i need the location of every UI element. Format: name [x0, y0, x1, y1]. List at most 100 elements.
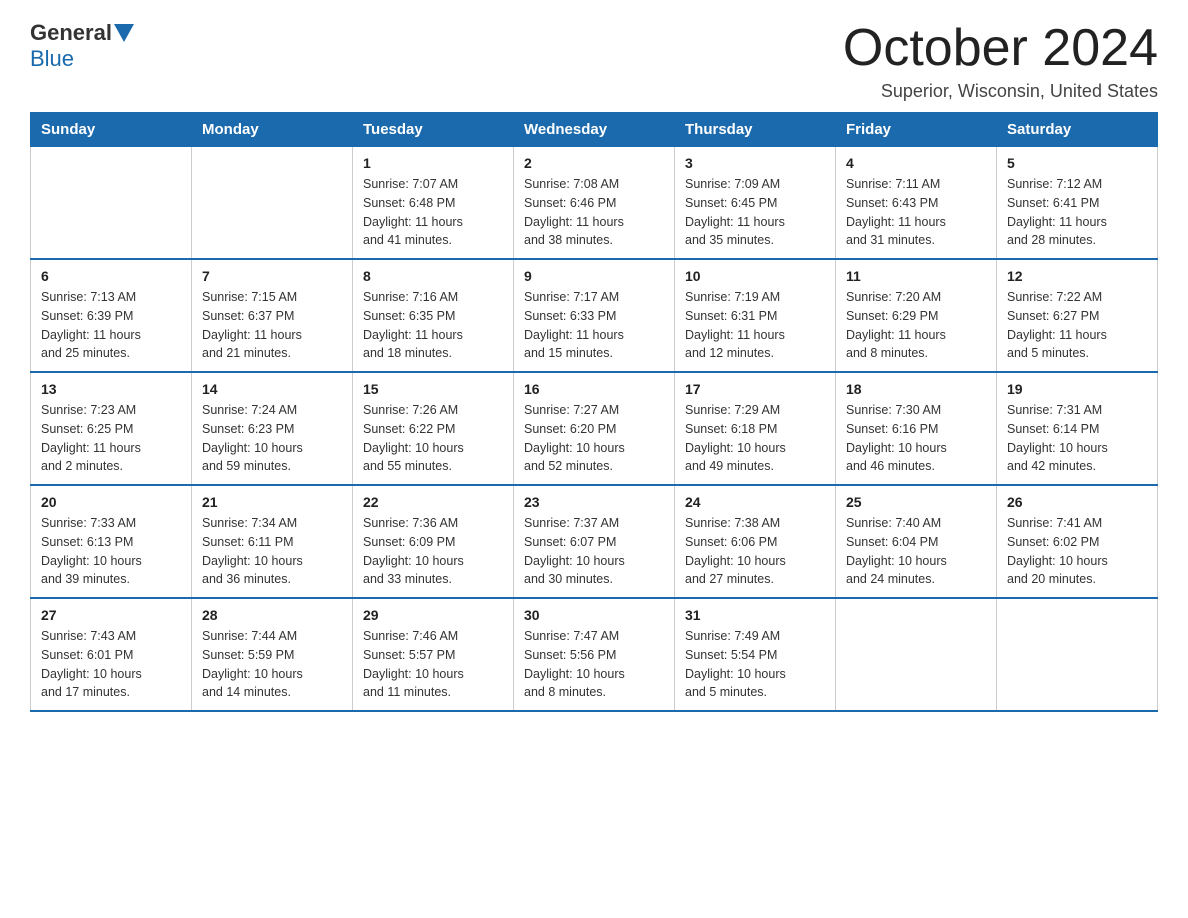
- day-header-monday: Monday: [192, 113, 353, 147]
- calendar-cell: 15 Sunrise: 7:26 AM Sunset: 6:22 PM Dayli…: [353, 372, 514, 485]
- day-info: Sunrise: 7:33 AM Sunset: 6:13 PM Dayligh…: [41, 514, 181, 589]
- day-number: 10: [685, 268, 825, 284]
- day-number: 14: [202, 381, 342, 397]
- day-number: 24: [685, 494, 825, 510]
- day-number: 4: [846, 155, 986, 171]
- calendar-cell: 11 Sunrise: 7:20 AM Sunset: 6:29 PM Dayli…: [836, 259, 997, 372]
- calendar-cell: 27 Sunrise: 7:43 AM Sunset: 6:01 PM Dayli…: [31, 598, 192, 711]
- calendar-cell: 28 Sunrise: 7:44 AM Sunset: 5:59 PM Dayli…: [192, 598, 353, 711]
- day-header-saturday: Saturday: [997, 113, 1158, 147]
- day-header-wednesday: Wednesday: [514, 113, 675, 147]
- calendar-cell: 3 Sunrise: 7:09 AM Sunset: 6:45 PM Daylig…: [675, 147, 836, 260]
- calendar-cell: 12 Sunrise: 7:22 AM Sunset: 6:27 PM Dayli…: [997, 259, 1158, 372]
- calendar-cell: 30 Sunrise: 7:47 AM Sunset: 5:56 PM Dayli…: [514, 598, 675, 711]
- day-number: 3: [685, 155, 825, 171]
- day-info: Sunrise: 7:31 AM Sunset: 6:14 PM Dayligh…: [1007, 401, 1147, 476]
- calendar-cell: 18Sunrise: 7:30 AM Sunset: 6:16 PM Dayli…: [836, 372, 997, 485]
- page-header: General Blue October 2024 Superior, Wisc…: [30, 20, 1158, 102]
- calendar-table: SundayMondayTuesdayWednesdayThursdayFrid…: [30, 112, 1158, 712]
- calendar-cell: 9Sunrise: 7:17 AM Sunset: 6:33 PM Daylig…: [514, 259, 675, 372]
- calendar-cell: 14 Sunrise: 7:24 AM Sunset: 6:23 PM Dayli…: [192, 372, 353, 485]
- day-info: Sunrise: 7:24 AM Sunset: 6:23 PM Dayligh…: [202, 401, 342, 476]
- day-number: 26: [1007, 494, 1147, 510]
- logo: General Blue: [30, 20, 136, 72]
- day-info: Sunrise: 7:26 AM Sunset: 6:22 PM Dayligh…: [363, 401, 503, 476]
- day-number: 9: [524, 268, 664, 284]
- day-number: 21: [202, 494, 342, 510]
- day-info: Sunrise: 7:34 AM Sunset: 6:11 PM Dayligh…: [202, 514, 342, 589]
- day-number: 1: [363, 155, 503, 171]
- day-number: 29: [363, 607, 503, 623]
- calendar-cell: [31, 147, 192, 260]
- day-info: Sunrise: 7:09 AM Sunset: 6:45 PM Dayligh…: [685, 175, 825, 250]
- day-info: Sunrise: 7:43 AM Sunset: 6:01 PM Dayligh…: [41, 627, 181, 702]
- calendar-cell: 19Sunrise: 7:31 AM Sunset: 6:14 PM Dayli…: [997, 372, 1158, 485]
- day-number: 17: [685, 381, 825, 397]
- day-info: Sunrise: 7:49 AM Sunset: 5:54 PM Dayligh…: [685, 627, 825, 702]
- calendar-cell: 8Sunrise: 7:16 AM Sunset: 6:35 PM Daylig…: [353, 259, 514, 372]
- day-number: 23: [524, 494, 664, 510]
- calendar-cell: 5 Sunrise: 7:12 AM Sunset: 6:41 PM Daylig…: [997, 147, 1158, 260]
- day-number: 31: [685, 607, 825, 623]
- day-info: Sunrise: 7:15 AM Sunset: 6:37 PM Dayligh…: [202, 288, 342, 363]
- calendar-cell: 7 Sunrise: 7:15 AM Sunset: 6:37 PM Daylig…: [192, 259, 353, 372]
- calendar-cell: 6Sunrise: 7:13 AM Sunset: 6:39 PM Daylig…: [31, 259, 192, 372]
- calendar-cell: 25Sunrise: 7:40 AM Sunset: 6:04 PM Dayli…: [836, 485, 997, 598]
- day-info: Sunrise: 7:37 AM Sunset: 6:07 PM Dayligh…: [524, 514, 664, 589]
- day-info: Sunrise: 7:38 AM Sunset: 6:06 PM Dayligh…: [685, 514, 825, 589]
- day-info: Sunrise: 7:19 AM Sunset: 6:31 PM Dayligh…: [685, 288, 825, 363]
- day-number: 8: [363, 268, 503, 284]
- day-info: Sunrise: 7:41 AM Sunset: 6:02 PM Dayligh…: [1007, 514, 1147, 589]
- day-info: Sunrise: 7:13 AM Sunset: 6:39 PM Dayligh…: [41, 288, 181, 363]
- page-subtitle: Superior, Wisconsin, United States: [843, 81, 1158, 102]
- calendar-header-row: SundayMondayTuesdayWednesdayThursdayFrid…: [31, 113, 1158, 147]
- calendar-cell: 17Sunrise: 7:29 AM Sunset: 6:18 PM Dayli…: [675, 372, 836, 485]
- calendar-week-row: 20 Sunrise: 7:33 AM Sunset: 6:13 PM Dayli…: [31, 485, 1158, 598]
- calendar-cell: 23 Sunrise: 7:37 AM Sunset: 6:07 PM Dayli…: [514, 485, 675, 598]
- calendar-cell: 1 Sunrise: 7:07 AM Sunset: 6:48 PM Daylig…: [353, 147, 514, 260]
- day-info: Sunrise: 7:23 AM Sunset: 6:25 PM Dayligh…: [41, 401, 181, 476]
- logo-general-text: General: [30, 20, 112, 46]
- title-block: October 2024 Superior, Wisconsin, United…: [843, 20, 1158, 102]
- day-number: 2: [524, 155, 664, 171]
- day-header-friday: Friday: [836, 113, 997, 147]
- day-number: 30: [524, 607, 664, 623]
- calendar-cell: [192, 147, 353, 260]
- day-number: 7: [202, 268, 342, 284]
- day-info: Sunrise: 7:20 AM Sunset: 6:29 PM Dayligh…: [846, 288, 986, 363]
- calendar-week-row: 27 Sunrise: 7:43 AM Sunset: 6:01 PM Dayli…: [31, 598, 1158, 711]
- day-header-tuesday: Tuesday: [353, 113, 514, 147]
- day-number: 18: [846, 381, 986, 397]
- calendar-cell: 26 Sunrise: 7:41 AM Sunset: 6:02 PM Dayli…: [997, 485, 1158, 598]
- day-info: Sunrise: 7:07 AM Sunset: 6:48 PM Dayligh…: [363, 175, 503, 250]
- day-number: 5: [1007, 155, 1147, 171]
- calendar-cell: 22Sunrise: 7:36 AM Sunset: 6:09 PM Dayli…: [353, 485, 514, 598]
- day-number: 11: [846, 268, 986, 284]
- day-info: Sunrise: 7:08 AM Sunset: 6:46 PM Dayligh…: [524, 175, 664, 250]
- day-info: Sunrise: 7:22 AM Sunset: 6:27 PM Dayligh…: [1007, 288, 1147, 363]
- day-number: 16: [524, 381, 664, 397]
- calendar-cell: 2 Sunrise: 7:08 AM Sunset: 6:46 PM Daylig…: [514, 147, 675, 260]
- day-number: 12: [1007, 268, 1147, 284]
- day-info: Sunrise: 7:40 AM Sunset: 6:04 PM Dayligh…: [846, 514, 986, 589]
- day-info: Sunrise: 7:27 AM Sunset: 6:20 PM Dayligh…: [524, 401, 664, 476]
- calendar-cell: 4Sunrise: 7:11 AM Sunset: 6:43 PM Daylig…: [836, 147, 997, 260]
- logo-blue-text: Blue: [30, 46, 74, 72]
- calendar-cell: 16 Sunrise: 7:27 AM Sunset: 6:20 PM Dayli…: [514, 372, 675, 485]
- calendar-cell: 10 Sunrise: 7:19 AM Sunset: 6:31 PM Dayli…: [675, 259, 836, 372]
- day-info: Sunrise: 7:12 AM Sunset: 6:41 PM Dayligh…: [1007, 175, 1147, 250]
- day-number: 15: [363, 381, 503, 397]
- calendar-cell: 13 Sunrise: 7:23 AM Sunset: 6:25 PM Dayli…: [31, 372, 192, 485]
- day-number: 28: [202, 607, 342, 623]
- calendar-cell: 20 Sunrise: 7:33 AM Sunset: 6:13 PM Dayli…: [31, 485, 192, 598]
- page-title: October 2024: [843, 20, 1158, 77]
- day-info: Sunrise: 7:46 AM Sunset: 5:57 PM Dayligh…: [363, 627, 503, 702]
- day-number: 20: [41, 494, 181, 510]
- day-number: 22: [363, 494, 503, 510]
- day-header-sunday: Sunday: [31, 113, 192, 147]
- calendar-cell: 31 Sunrise: 7:49 AM Sunset: 5:54 PM Dayli…: [675, 598, 836, 711]
- day-info: Sunrise: 7:44 AM Sunset: 5:59 PM Dayligh…: [202, 627, 342, 702]
- day-number: 13: [41, 381, 181, 397]
- day-number: 27: [41, 607, 181, 623]
- day-info: Sunrise: 7:47 AM Sunset: 5:56 PM Dayligh…: [524, 627, 664, 702]
